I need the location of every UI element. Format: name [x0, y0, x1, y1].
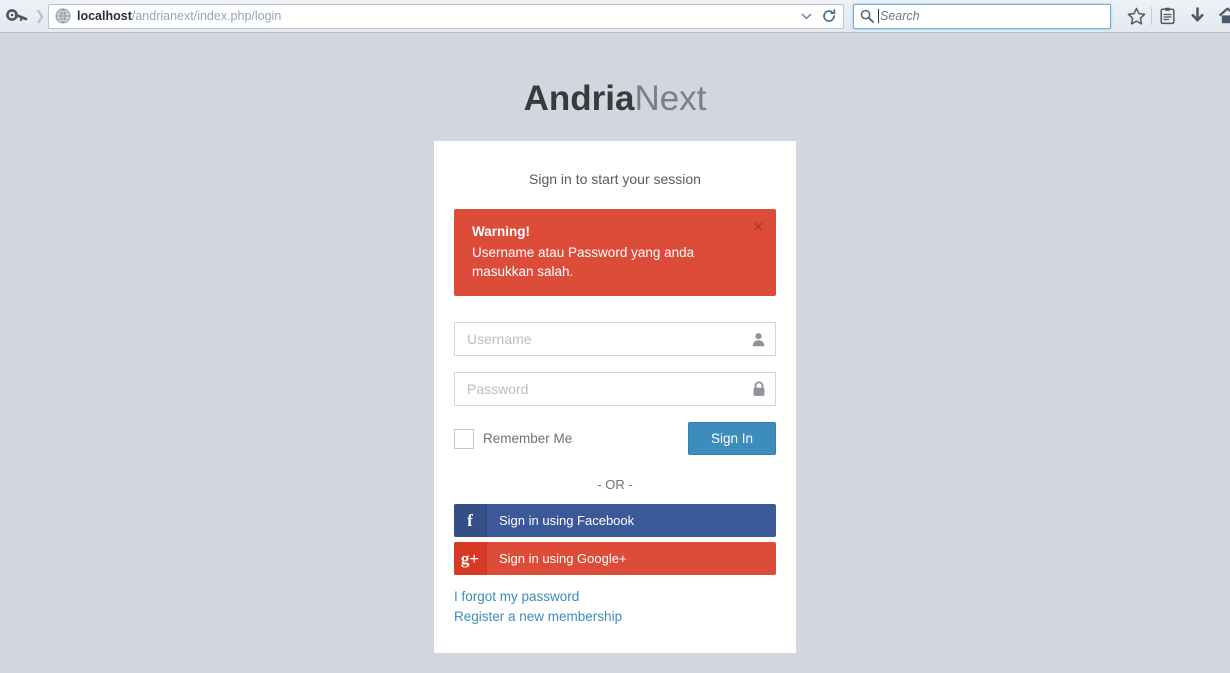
brand-strong: Andria [523, 79, 635, 118]
facebook-icon: f [454, 504, 487, 537]
remember-signin-row: Remember Me Sign In [454, 422, 776, 455]
login-message: Sign in to start your session [529, 171, 701, 187]
remember-me-checkbox[interactable] [454, 428, 474, 449]
home-icon[interactable] [1212, 0, 1230, 33]
google-plus-icon: g+ [454, 542, 487, 575]
password-input[interactable] [454, 372, 776, 406]
downloads-arrow-icon[interactable] [1182, 0, 1212, 33]
toolbar-separator-chevron-icon: ❯ [34, 8, 46, 23]
chevron-down-icon[interactable] [795, 5, 817, 28]
register-link[interactable]: Register a new membership [454, 607, 776, 627]
key-icon[interactable] [0, 0, 34, 33]
reader-list-icon[interactable] [1152, 0, 1182, 33]
url-bar[interactable]: localhost/andrianext/index.php/login [48, 3, 844, 29]
reload-icon[interactable] [817, 5, 841, 28]
text-cursor [878, 9, 879, 23]
search-placeholder: Search [880, 9, 920, 23]
password-field-group [454, 372, 776, 406]
facebook-sign-in-button[interactable]: f Sign in using Facebook [454, 504, 776, 537]
toolbar-icon-group [1121, 0, 1230, 33]
sign-in-button[interactable]: Sign In [687, 422, 776, 455]
browser-toolbar: ❯ localhost/andrianext/index.php/login S… [0, 0, 1230, 33]
facebook-label: Sign in using Facebook [499, 513, 635, 528]
forgot-password-link[interactable]: I forgot my password [454, 587, 776, 607]
search-bar[interactable]: Search [853, 3, 1111, 29]
alert-body: Username atau Password yang anda masukka… [472, 245, 695, 279]
login-page: AndriaNext Sign in to start your session… [0, 33, 1230, 673]
brand-light: Next [634, 79, 707, 118]
url-host: localhost [77, 9, 132, 23]
globe-favicon [55, 8, 71, 24]
username-field-group [454, 322, 776, 356]
google-plus-label: Sign in using Google+ [499, 551, 627, 566]
bookmark-star-icon[interactable] [1121, 0, 1151, 33]
login-links: I forgot my password Register a new memb… [454, 587, 776, 627]
remember-me-control[interactable]: Remember Me [454, 428, 573, 449]
username-input[interactable] [454, 322, 776, 356]
brand-logo: AndriaNext [0, 79, 1230, 119]
warning-alert: × Warning! Username atau Password yang a… [454, 209, 776, 296]
alert-close-icon[interactable]: × [753, 218, 763, 235]
login-card: Sign in to start your session × Warning!… [434, 141, 796, 653]
google-plus-sign-in-button[interactable]: g+ Sign in using Google+ [454, 542, 776, 575]
remember-me-label: Remember Me [483, 431, 573, 446]
search-icon [860, 9, 874, 23]
or-divider: - OR - [597, 477, 633, 492]
url-text: localhost/andrianext/index.php/login [77, 8, 795, 24]
alert-title: Warning! [472, 224, 530, 239]
url-path: /andrianext/index.php/login [131, 9, 282, 23]
